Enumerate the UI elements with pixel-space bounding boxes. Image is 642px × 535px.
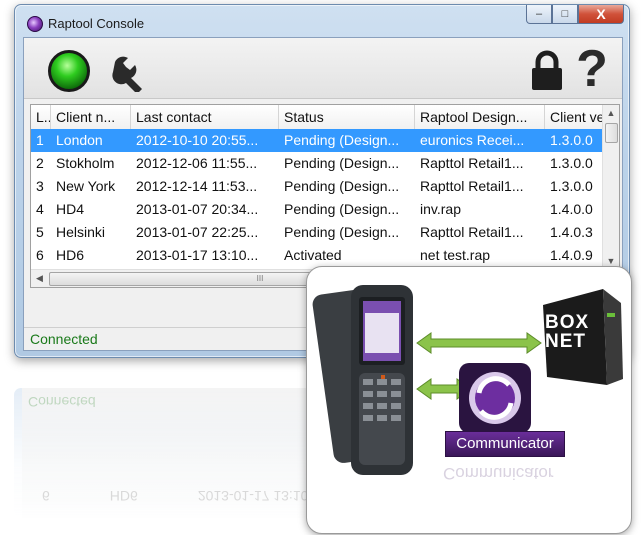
cell-id: 4 <box>36 201 44 217</box>
cell-id: 3 <box>36 178 44 194</box>
sync-arrows-icon <box>459 363 531 433</box>
cell-client-name: HD4 <box>56 201 85 217</box>
cell-client-name: Helsinki <box>56 224 106 240</box>
reflection-row-id: 6 <box>42 488 50 504</box>
cell-client-version: 1.3.0.0 <box>550 132 593 148</box>
cell-status: Activated <box>284 247 342 263</box>
column-header-client-version[interactable]: Client ve <box>545 105 603 129</box>
reflection-status-text: Connected <box>28 394 96 410</box>
cell-client-name: London <box>56 132 103 148</box>
cell-status: Pending (Design... <box>284 132 400 148</box>
table-row[interactable]: 1 London 2012-10-10 20:55... Pending (De… <box>31 129 603 152</box>
promo-illustration <box>312 285 623 475</box>
toolbar: ? <box>24 38 622 99</box>
cell-last-contact: 2013-01-07 20:34... <box>136 201 259 217</box>
cell-client-version: 1.4.0.0 <box>550 201 593 217</box>
boxnet-label: BOX NET <box>545 312 590 352</box>
help-icon[interactable]: ? <box>572 42 612 96</box>
cell-id: 2 <box>36 155 44 171</box>
reflection-row-date: 2013-01-17 13:10... <box>197 488 321 504</box>
vertical-scroll-thumb[interactable] <box>605 123 618 143</box>
cell-client-name: HD6 <box>56 247 85 263</box>
cell-raptool-design: inv.rap <box>420 201 461 217</box>
cell-id: 5 <box>36 224 44 240</box>
table-row[interactable]: 6 HD6 2013-01-17 13:10... Activated net … <box>31 244 603 267</box>
cell-raptool-design: Rapttol Retail1... <box>420 155 524 171</box>
cell-status: Pending (Design... <box>284 201 400 217</box>
cell-raptool-design: Rapttol Retail1... <box>420 178 524 194</box>
app-icon <box>27 16 43 32</box>
title-bar[interactable]: Raptool Console – □ X <box>15 5 629 39</box>
cell-last-contact: 2012-12-14 11:53... <box>136 178 258 194</box>
cell-id: 1 <box>36 132 44 148</box>
close-button[interactable]: X <box>578 5 624 24</box>
cell-client-version: 1.3.0.0 <box>550 155 593 171</box>
status-light-icon[interactable] <box>48 50 90 92</box>
cell-client-name: New York <box>56 178 116 194</box>
cell-client-version: 1.3.0.0 <box>550 178 593 194</box>
scroll-left-icon[interactable]: ◀ <box>31 270 48 287</box>
column-header-last-contact[interactable]: Last contact <box>131 105 279 129</box>
communicator-promo: BOX NET Communicator Communicator <box>306 266 632 534</box>
cell-client-name: Stokholm <box>56 155 115 171</box>
reflection-row-client: HD6 <box>109 488 138 504</box>
cell-raptool-design: Rapttol Retail1... <box>420 224 524 240</box>
lock-icon[interactable] <box>530 50 564 92</box>
cell-last-contact: 2012-10-10 20:55... <box>136 132 259 148</box>
connection-status: Connected <box>30 331 98 347</box>
cell-client-version: 1.4.0.3 <box>550 224 593 240</box>
table-row[interactable]: 4 HD4 2013-01-07 20:34... Pending (Desig… <box>31 198 603 221</box>
cell-last-contact: 2013-01-07 22:25... <box>136 224 259 240</box>
column-header-client-name[interactable]: Client n... <box>51 105 131 129</box>
scroll-up-icon[interactable]: ▲ <box>603 105 619 121</box>
cell-raptool-design: net test.rap <box>420 247 491 263</box>
table-row[interactable]: 5 Helsinki 2013-01-07 22:25... Pending (… <box>31 221 603 244</box>
table-row[interactable]: 2 Stokholm 2012-12-06 11:55... Pending (… <box>31 152 603 175</box>
cell-last-contact: 2012-12-06 11:55... <box>136 155 258 171</box>
client-list[interactable]: L... Client n... Last contact Status Rap… <box>30 104 620 288</box>
minimize-button[interactable]: – <box>526 5 552 24</box>
table-row[interactable]: 3 New York 2012-12-14 11:53... Pending (… <box>31 175 603 198</box>
maximize-button[interactable]: □ <box>552 5 578 24</box>
communicator-label: Communicator <box>445 431 565 457</box>
cell-status: Pending (Design... <box>284 224 400 240</box>
reflection-row: 6 HD6 2013-01-17 13:10... <box>42 488 320 504</box>
window-controls: – □ X <box>526 5 624 27</box>
vertical-scrollbar[interactable]: ▲ ▼ <box>602 105 619 269</box>
handheld-scanner-icon <box>312 285 413 475</box>
cell-status: Pending (Design... <box>284 178 400 194</box>
cell-client-version: 1.4.0.9 <box>550 247 593 263</box>
cell-last-contact: 2013-01-17 13:10... <box>136 247 259 263</box>
column-header-raptool-design[interactable]: Raptool Design... <box>415 105 545 129</box>
wrench-icon[interactable] <box>108 52 148 92</box>
column-header-status[interactable]: Status <box>279 105 415 129</box>
communicator-label-reflection: Communicator <box>443 464 554 483</box>
cell-id: 6 <box>36 247 44 263</box>
cell-status: Pending (Design... <box>284 155 400 171</box>
list-header: L... Client n... Last contact Status Rap… <box>31 105 603 130</box>
column-header-id[interactable]: L... <box>31 105 51 129</box>
list-body: 1 London 2012-10-10 20:55... Pending (De… <box>31 129 603 267</box>
window-title: Raptool Console <box>48 16 145 31</box>
cell-raptool-design: euronics Recei... <box>420 132 525 148</box>
